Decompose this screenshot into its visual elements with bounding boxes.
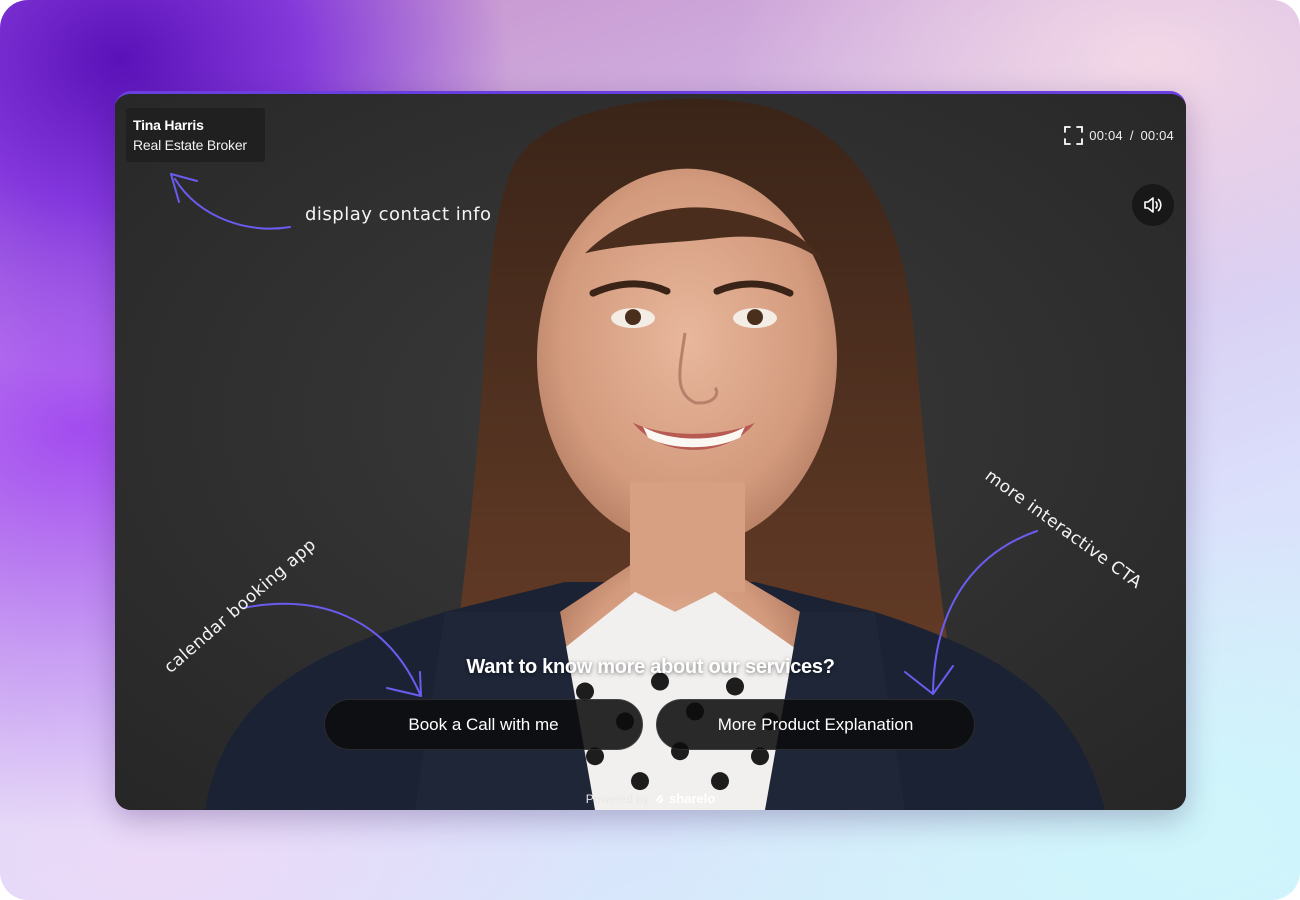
- contact-card: Tina Harris Real Estate Broker: [126, 108, 265, 162]
- time-separator: /: [1129, 128, 1134, 143]
- sharelo-logo-icon: [655, 794, 664, 803]
- player-controls: 00:04 / 00:04: [1064, 126, 1174, 145]
- powered-by-label: Powered by: [585, 791, 650, 806]
- annotation-contact: display contact info: [305, 204, 492, 225]
- powered-by[interactable]: Powered by sharelo: [115, 791, 1186, 806]
- contact-name: Tina Harris: [133, 117, 204, 133]
- fullscreen-icon[interactable]: [1064, 126, 1084, 145]
- video-frame: [115, 94, 1186, 810]
- brand-name: sharelo: [669, 791, 716, 806]
- current-time: 00:04: [1089, 128, 1123, 143]
- speaker-icon: [1144, 197, 1162, 213]
- more-explanation-button[interactable]: More Product Explanation: [656, 699, 975, 750]
- duration: 00:04: [1140, 128, 1174, 143]
- contact-role: Real Estate Broker: [133, 137, 247, 153]
- sound-button[interactable]: [1132, 184, 1174, 226]
- video-player[interactable]: Tina Harris Real Estate Broker 00:04 / 0…: [115, 91, 1186, 810]
- book-call-button[interactable]: Book a Call with me: [324, 699, 643, 750]
- cta-title: Want to know more about our services?: [466, 656, 835, 678]
